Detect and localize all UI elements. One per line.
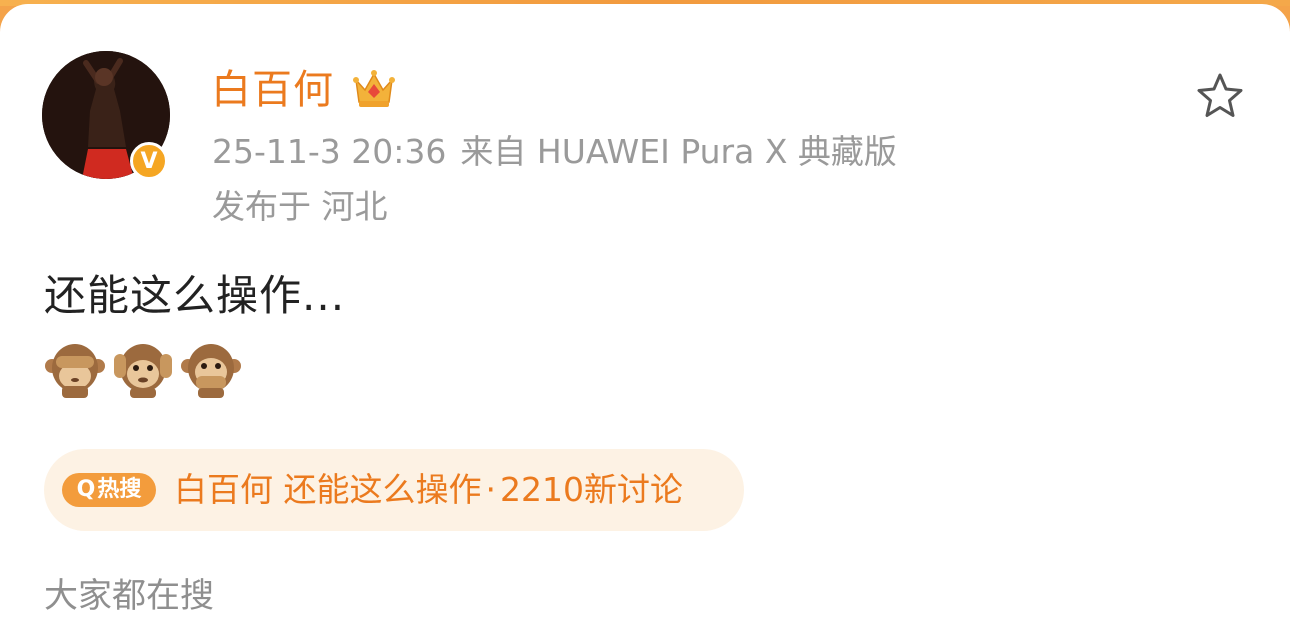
hear-no-evil-monkey-icon [114,344,172,398]
post-location: 发布于 河北 [212,187,388,226]
post-text: 还能这么操作... [44,271,346,320]
everyone-searching-heading: 大家都在搜 [44,576,214,616]
hot-search-tag: Q 热搜 [62,473,156,507]
hot-search-count: 2210新讨论 [500,470,683,509]
hot-search-name: 白百何 [174,470,273,509]
hot-search-tag-label: 热搜 [97,477,142,502]
post-source: 来自 HUAWEI Pura X 典藏版 [460,132,897,171]
hot-search-pill[interactable]: Q 热搜 白百何 还能这么操作 · 2210新讨论 [44,449,744,531]
crown-icon [353,70,395,107]
see-no-evil-monkey-icon [45,344,105,398]
post-card: V 白百何 25-11-3 20:36 来自 HUAWEI Pura X 典藏版 … [0,4,1290,627]
username[interactable]: 白百何 [211,66,334,114]
star-icon[interactable] [1194,70,1246,122]
post-timestamp: 25-11-3 20:36 [212,132,447,171]
verified-badge-icon: V [130,142,168,180]
hot-search-topic: 还能这么操作 [283,470,482,509]
speak-no-evil-monkey-icon [181,344,241,398]
hot-search-separator: · [485,470,497,509]
search-icon: Q [76,477,96,502]
post-meta: 25-11-3 20:36 来自 HUAWEI Pura X 典藏版 [212,132,897,172]
hot-search-text: 白百何 还能这么操作 · 2210新讨论 [174,468,683,512]
